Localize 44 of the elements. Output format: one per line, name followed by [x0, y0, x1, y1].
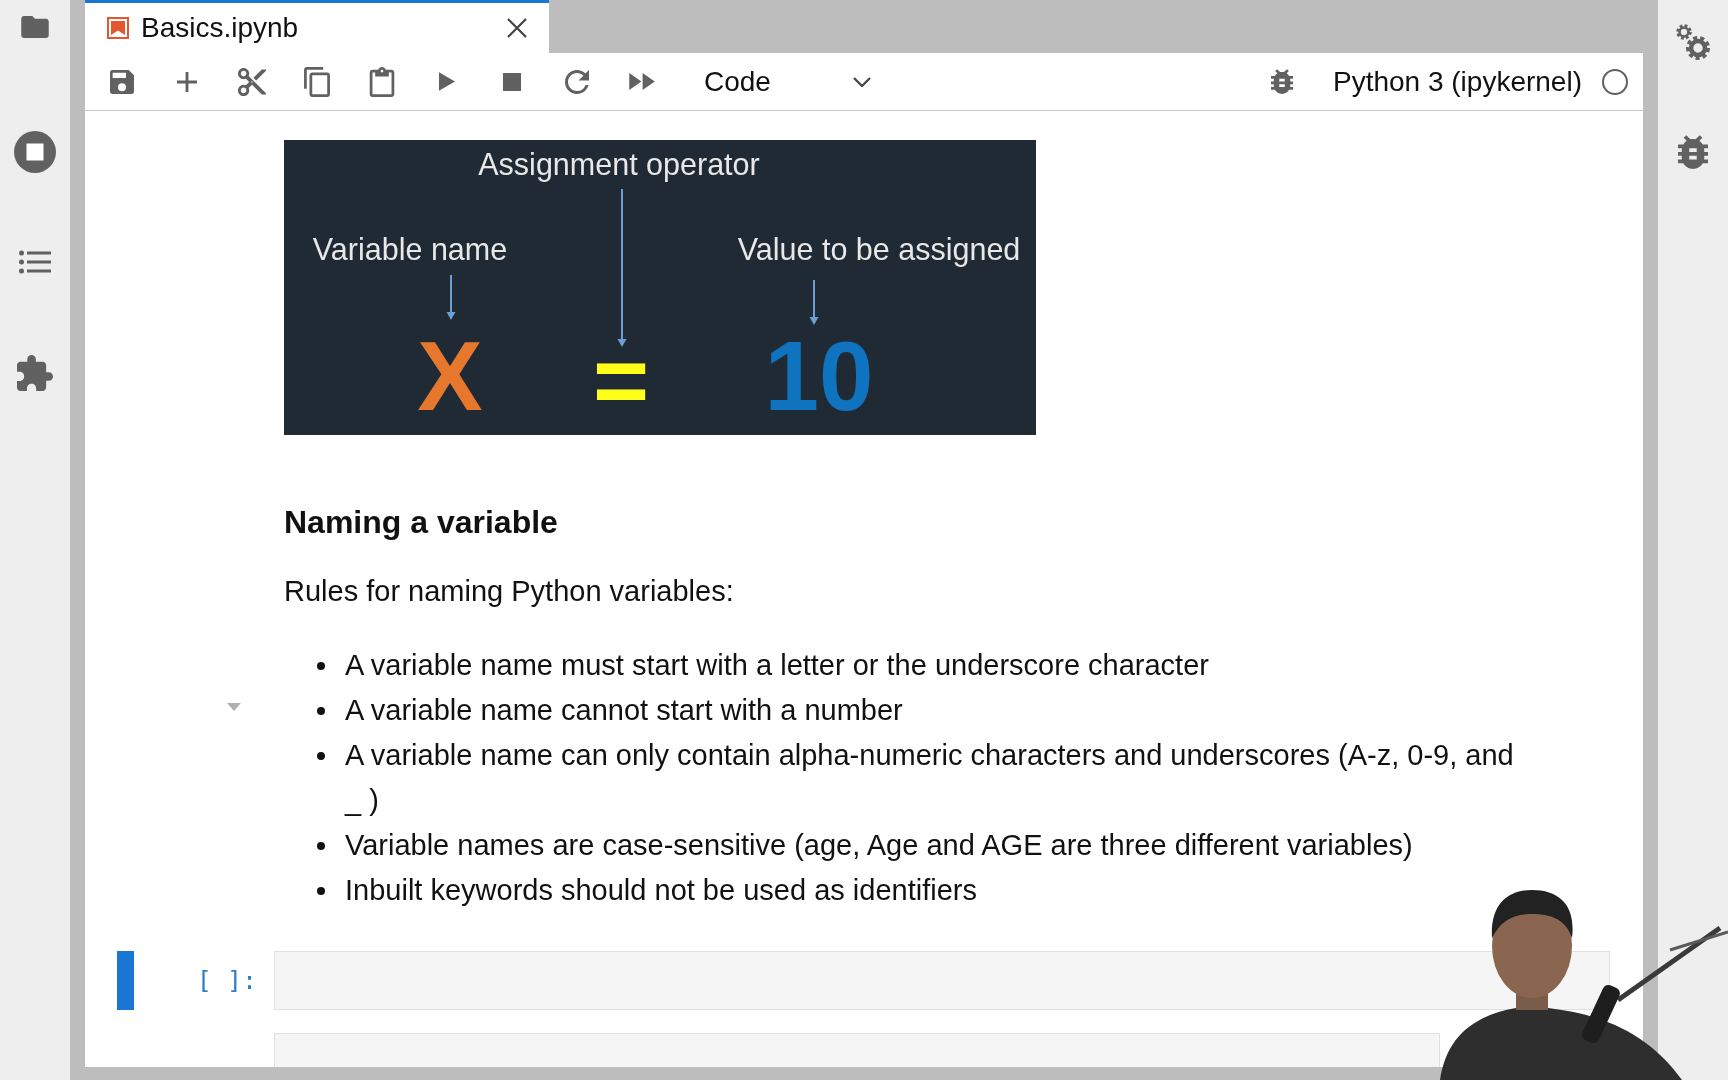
- pointer-arrow: [809, 279, 819, 325]
- copy-icon: [304, 66, 330, 97]
- gears-icon[interactable]: [1675, 23, 1711, 61]
- bullet-text: A variable name can only contain alpha-numeric characters and underscores (A-z, 0-9, and _ ): [345, 738, 1515, 818]
- stop-circle-icon[interactable]: [14, 131, 56, 173]
- bullet-icon: [317, 707, 325, 715]
- save-icon: [110, 69, 134, 94]
- paragraph-text: Rules for naming Python variables:: [284, 574, 735, 609]
- notebook-icon: [107, 17, 129, 39]
- bullet-icon: [317, 842, 325, 850]
- bullet-icon: [317, 887, 325, 895]
- puzzle-piece-icon[interactable]: [17, 355, 53, 391]
- clipboard-icon: [369, 66, 395, 97]
- folder-icon[interactable]: [21, 16, 49, 38]
- bullet-text: Inbuilt keywords should not be used as identifiers: [345, 873, 978, 908]
- value-caption: Value to be assigned: [737, 232, 1021, 266]
- bullet-text: A variable name cannot start with a number: [345, 693, 904, 728]
- code-input-field[interactable]: [274, 951, 1610, 1010]
- value-number: 10: [764, 321, 874, 431]
- section-heading: Naming a variable: [284, 503, 559, 542]
- bullet-icon: [317, 752, 325, 760]
- plus-icon: [177, 71, 197, 92]
- stop-icon: [503, 72, 521, 91]
- kernel-name-button[interactable]: Python 3 (ipykernel): [1333, 65, 1582, 98]
- operator-caption: Assignment operator: [478, 147, 760, 181]
- close-icon[interactable]: [507, 18, 527, 38]
- bullet-text: A variable name must start with a letter or the underscore character: [345, 648, 1210, 683]
- variable-caption: Variable name: [312, 232, 508, 266]
- chevron-down-icon: [853, 76, 871, 87]
- fast-forward-icon: [629, 73, 655, 90]
- bullet-icon: [317, 662, 325, 670]
- pointer-arrow: [446, 274, 456, 320]
- bug-icon[interactable]: [1678, 135, 1708, 169]
- bullet-text: Variable names are case-sensitive (age, Age and AGE are three different variables): [345, 828, 1414, 863]
- variable-symbol: X: [417, 321, 483, 431]
- list-icon[interactable]: [19, 250, 51, 274]
- equals-sign: =: [592, 327, 650, 434]
- restart-icon: [565, 69, 589, 94]
- notebook-tab[interactable]: Basics.ipynb: [85, 0, 549, 53]
- bug-icon[interactable]: [1271, 69, 1293, 94]
- cell-type-dropdown[interactable]: Code: [690, 61, 885, 102]
- scissors-icon: [238, 67, 266, 96]
- input-prompt: [ ]:: [196, 965, 257, 996]
- play-icon: [439, 72, 455, 91]
